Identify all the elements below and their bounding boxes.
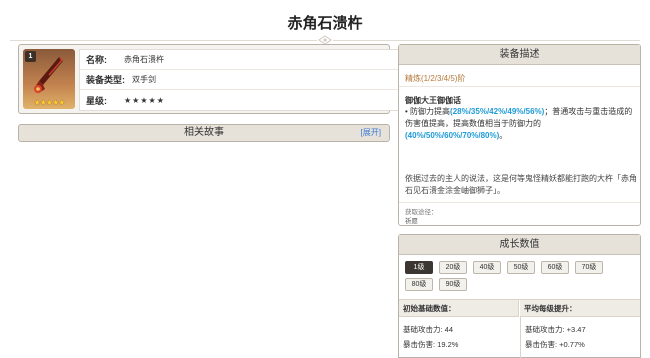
growth-attack: 基础攻击力: +3.47 — [525, 325, 586, 334]
weapon-info-panel: 1 ★★★★★ 名称: 赤角石溃杵 装备类型: 双手剑 星级: ★★★★★ — [18, 44, 405, 114]
level-button-20[interactable]: 20级 — [439, 261, 467, 274]
claymore-icon — [34, 57, 64, 93]
source-value: 祈愿 — [405, 218, 418, 225]
lore-text: 依据过去的主人的说法，这是何等鬼怪精妖都能打跑的大杵「赤角石见石溃金涂金岫御狮子… — [405, 174, 637, 195]
growth-header: 成长数值 — [399, 235, 640, 255]
level-button-40[interactable]: 40级 — [473, 261, 501, 274]
passive-pre: • 防御力提高 — [405, 107, 451, 116]
info-row-type: 装备类型: 双手剑 — [80, 70, 404, 90]
stats-column-divider — [520, 317, 521, 358]
growth-stats-header: 平均每级提升： — [520, 300, 640, 317]
info-row-name: 名称: 赤角石溃杵 — [80, 50, 404, 70]
rarity-stars: ★★★★★ — [124, 95, 165, 105]
base-attack: 基础攻击力: 44 — [403, 325, 454, 334]
refinement-label: 精炼(1/2/3/4/5)阶 — [405, 74, 466, 83]
growth-crit-dmg: 暴击伤害: +0.77% — [525, 340, 585, 349]
refinement-divider — [399, 86, 640, 87]
thumb-rarity-stars: ★★★★★ — [33, 98, 66, 107]
weapon-info-table: 名称: 赤角石溃杵 装备类型: 双手剑 星级: ★★★★★ — [79, 49, 405, 111]
passive-value-1: (28%/35%/42%/49%/56%) — [450, 107, 545, 116]
weapon-name: 赤角石溃杵 — [124, 55, 164, 64]
passive-description: • 防御力提高(28%/35%/42%/49%/56%)；普通攻击与重击造成的伤… — [405, 106, 637, 142]
related-story-title: 相关故事 — [184, 127, 224, 138]
page-title: 赤角石溃杵 — [287, 15, 363, 32]
level-button-70[interactable]: 70级 — [575, 261, 603, 274]
info-row-rarity: 星级: ★★★★★ — [80, 90, 404, 110]
weapon-type: 双手剑 — [132, 75, 156, 84]
rarity-label: 星级: — [86, 95, 107, 106]
related-story-bar[interactable]: 相关故事 [展开] — [18, 124, 390, 142]
level-button-60[interactable]: 60级 — [541, 261, 569, 274]
passive-name: 御伽大王御伽话 — [405, 96, 461, 105]
level-button-1[interactable]: 1级 — [405, 261, 433, 274]
description-header: 装备描述 — [399, 45, 640, 65]
passive-value-2: (40%/50%/60%/70%/80%) — [405, 131, 500, 140]
expand-link[interactable]: [展开] — [361, 125, 381, 141]
base-crit-dmg: 暴击伤害: 19.2% — [403, 340, 459, 349]
level-button-80[interactable]: 80级 — [405, 278, 433, 291]
weapon-thumbnail: 1 ★★★★★ — [23, 49, 75, 109]
passive-end: 。 — [499, 131, 508, 140]
description-panel: 装备描述 精炼(1/2/3/4/5)阶 御伽大王御伽话 • 防御力提高(28%/… — [398, 44, 641, 226]
stats-table: 初始基础数值： 平均每级提升： 基础攻击力: 44 暴击伤害: 19.2% 基础… — [399, 299, 640, 358]
level-button-50[interactable]: 50级 — [507, 261, 535, 274]
lore-divider — [399, 202, 640, 203]
growth-panel: 成长数值 1级 20级 40级 50级 60级 70级 80级 90级 初始基础… — [398, 234, 641, 358]
type-label: 装备类型: — [86, 75, 125, 85]
base-stats-header: 初始基础数值： — [399, 300, 519, 317]
level-button-90[interactable]: 90级 — [439, 278, 467, 291]
name-label: 名称: — [86, 55, 107, 65]
